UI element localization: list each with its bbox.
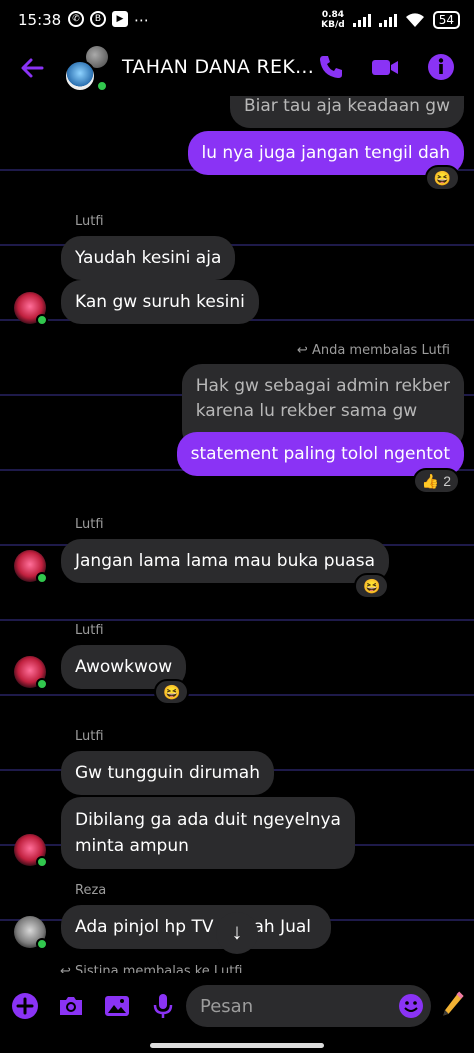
online-indicator [36, 856, 48, 868]
home-indicator [150, 1043, 324, 1048]
reply-arrow-icon: ↩ [60, 964, 76, 973]
online-indicator [36, 572, 48, 584]
message-list[interactable]: Biar tau aja keadaan gw lu nya juga jang… [0, 96, 474, 973]
battery-indicator: 54 [432, 11, 460, 29]
reaction-badge[interactable]: 😆 [424, 165, 460, 191]
sender-name: Lutfi [75, 517, 104, 532]
chat-title[interactable]: TAHAN DANA REK... [122, 56, 314, 78]
message-bubble[interactable]: Biar tau aja keadaan gw [229, 96, 464, 128]
group-avatar[interactable] [64, 46, 110, 92]
status-bar: 15:38 ✆ B ▶ ⋯ 0.84 KB/d 54 [0, 0, 474, 40]
message-bubble[interactable]: lu nya juga jangan tengil dah [187, 131, 464, 175]
message-input[interactable] [186, 985, 431, 1027]
message-bubble[interactable]: Ada pinjol hp TV ah Jual [61, 905, 331, 949]
reaction-badge[interactable]: 😆 [154, 679, 190, 705]
signal-1-icon [352, 13, 371, 27]
info-icon[interactable] [426, 52, 456, 82]
message-bubble[interactable]: Gw tungguin dirumah [61, 751, 274, 795]
reply-arrow-icon: ↩ [296, 343, 312, 358]
microphone-icon[interactable] [148, 991, 178, 1021]
signal-2-icon [378, 13, 397, 27]
pencil-icon[interactable] [438, 989, 468, 1019]
reply-indicator: ↩ Sistina membalas ke Lutfi [60, 964, 242, 973]
online-indicator [96, 80, 108, 92]
sender-name: Reza [75, 883, 107, 898]
online-indicator [36, 938, 48, 950]
online-indicator [36, 314, 48, 326]
composer-bar [0, 973, 474, 1053]
sender-name: Lutfi [75, 623, 104, 638]
message-bubble[interactable]: Jangan lama lama mau buka puasa [61, 539, 389, 583]
add-icon[interactable] [10, 991, 40, 1021]
camera-icon[interactable] [56, 991, 86, 1021]
scroll-to-bottom-button[interactable]: ↓ [216, 912, 258, 954]
chat-header: TAHAN DANA REK... [0, 40, 474, 96]
more-notifications-icon: ⋯ [134, 11, 149, 29]
b-app-icon: B [90, 11, 106, 27]
reply-indicator: ↩ Anda membalas Lutfi [296, 343, 450, 358]
emoji-icon[interactable] [398, 993, 424, 1019]
online-indicator [36, 678, 48, 690]
video-call-icon[interactable] [370, 52, 400, 82]
clock: 15:38 [18, 11, 62, 29]
message-bubble[interactable]: Kan gw suruh kesini [61, 280, 259, 324]
notification-icons: ✆ B ▶ ⋯ [68, 11, 149, 29]
sender-name: Lutfi [75, 729, 104, 744]
phone-icon[interactable] [316, 52, 346, 82]
reaction-badge[interactable]: 😆 [354, 573, 390, 599]
network-speed: 0.84 KB/d [321, 10, 345, 30]
reaction-badge[interactable]: 👍 2 [412, 468, 460, 494]
member-avatar [64, 60, 96, 92]
youtube-icon: ▶ [112, 11, 128, 27]
gallery-icon[interactable] [102, 991, 132, 1021]
message-bubble[interactable]: Dibilang ga ada duit ngeyelnya minta amp… [61, 797, 355, 869]
whatsapp-icon: ✆ [68, 11, 84, 27]
message-bubble[interactable]: Yaudah kesini aja [61, 236, 236, 280]
sender-name: Lutfi [75, 214, 104, 229]
back-arrow-icon[interactable] [18, 54, 46, 82]
wifi-icon [405, 13, 424, 27]
